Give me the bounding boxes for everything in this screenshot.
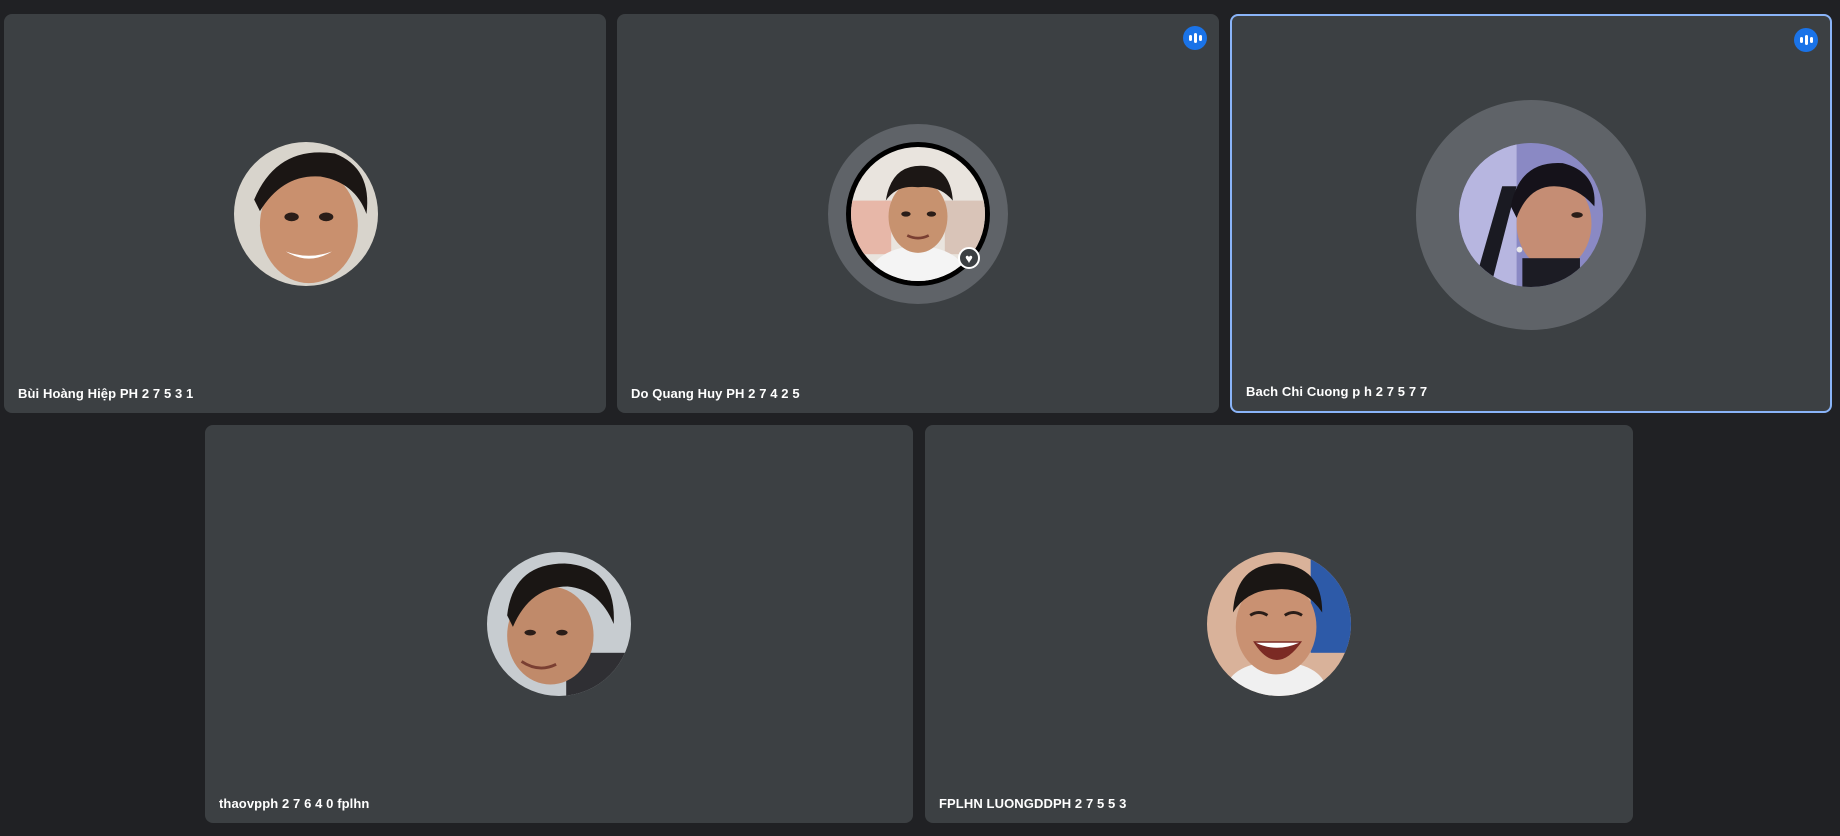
- participant-avatar: [487, 552, 631, 696]
- avatar-photo: [234, 142, 378, 286]
- participant-tile-1[interactable]: Bùi Hoàng Hiệp PH 2 7 5 3 1: [4, 14, 606, 413]
- participant-avatar: [1207, 552, 1351, 696]
- participant-name: FPLHN LUONGDDPH 2 7 5 5 3: [939, 796, 1127, 811]
- audio-level-icon: [1183, 26, 1207, 50]
- heart-icon: ♥: [958, 247, 980, 269]
- participant-avatar: [1459, 143, 1603, 287]
- audio-level-icon: [1794, 28, 1818, 52]
- avatar-photo: [1207, 552, 1351, 696]
- participant-tile-4[interactable]: thaovpph 2 7 6 4 0 fplhn: [205, 425, 913, 823]
- participant-name: Bùi Hoàng Hiệp PH 2 7 5 3 1: [18, 386, 194, 401]
- avatar-photo: [487, 552, 631, 696]
- participant-avatar: [234, 142, 378, 286]
- avatar-photo: [1459, 143, 1603, 287]
- participant-tile-2[interactable]: ♥ Do Quang Huy PH 2 7 4 2 5: [617, 14, 1219, 413]
- participant-tile-5[interactable]: FPLHN LUONGDDPH 2 7 5 5 3: [925, 425, 1633, 823]
- participant-tile-3[interactable]: Bach Chi Cuong p h 2 7 5 7 7: [1230, 14, 1832, 413]
- participant-name: Do Quang Huy PH 2 7 4 2 5: [631, 386, 800, 401]
- participant-name: Bach Chi Cuong p h 2 7 5 7 7: [1246, 384, 1428, 399]
- participant-name: thaovpph 2 7 6 4 0 fplhn: [219, 796, 370, 811]
